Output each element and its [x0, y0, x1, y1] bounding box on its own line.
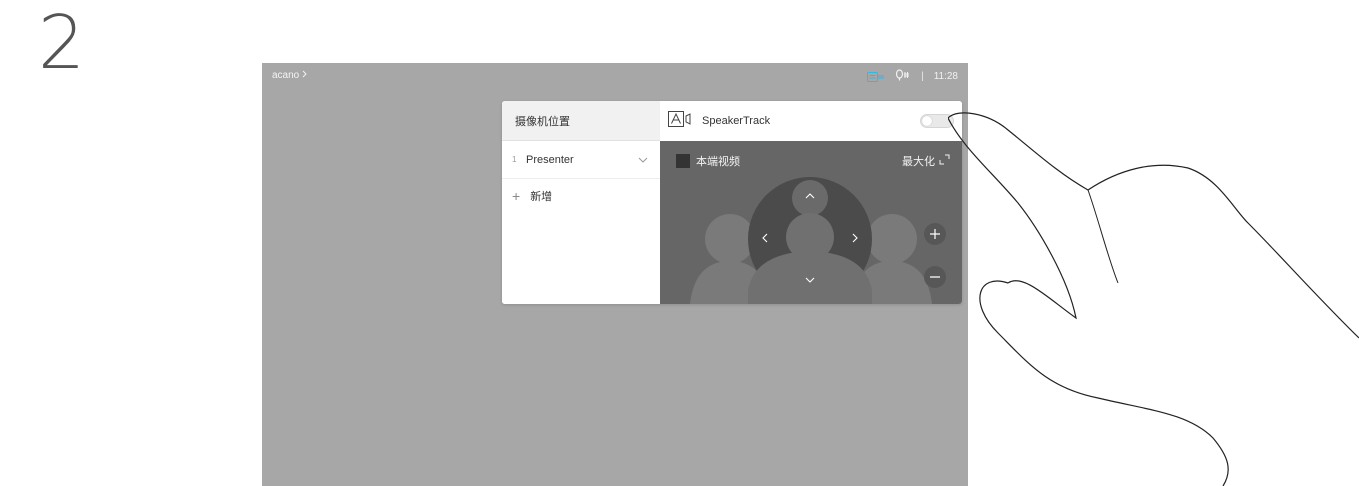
camera-presets-pane: 摄像机位置 1 Presenter + 新增: [502, 101, 660, 304]
speakertrack-icon: [668, 110, 692, 132]
toggle-knob: [922, 116, 932, 126]
pan-down-button[interactable]: [800, 270, 820, 290]
minus-icon: [930, 276, 940, 278]
camera-preview: 本端视频 最大化: [660, 141, 962, 304]
chevron-right-icon: [852, 233, 858, 243]
add-label: 新增: [530, 191, 553, 203]
self-view-label: 本端视频: [696, 156, 740, 168]
zoom-in-button[interactable]: [924, 223, 946, 245]
pointing-hand: [948, 112, 1359, 486]
preset-item[interactable]: 1 Presenter: [502, 141, 660, 179]
chevron-down-icon: [805, 277, 815, 283]
status-divider: |: [921, 71, 924, 82]
brand-label: acano: [272, 70, 300, 81]
camera-view-pane: SpeakerTrack 本端视频 最大化: [660, 101, 962, 304]
preset-name: Presenter: [526, 153, 574, 166]
zoom-out-button[interactable]: [924, 266, 946, 288]
add-preset-button[interactable]: + 新增: [502, 179, 660, 213]
speakertrack-row: SpeakerTrack: [660, 101, 962, 141]
pan-left-button[interactable]: [755, 228, 775, 248]
camera-position-header: 摄像机位置: [502, 101, 660, 141]
touch-screen: acano | 11:28 摄像机位置 1 Presenter + 新增 Spe…: [262, 63, 968, 486]
breadcrumb[interactable]: acano: [272, 70, 308, 81]
maximize-button[interactable]: 最大化: [902, 153, 950, 169]
chevron-down-icon[interactable]: [638, 154, 648, 166]
camera-control-panel: 摄像机位置 1 Presenter + 新增 SpeakerTrack 本端视频…: [502, 101, 962, 304]
top-bar: acano | 11:28: [262, 63, 968, 91]
chevron-left-icon: [762, 233, 768, 243]
clock: 11:28: [933, 71, 958, 82]
step-number: 2: [38, 0, 86, 86]
plus-icon: +: [512, 188, 521, 204]
microphone-icon[interactable]: [895, 69, 911, 84]
preset-index: 1: [512, 155, 517, 164]
chevron-right-icon: [302, 70, 308, 81]
chevron-up-icon: [805, 193, 815, 199]
self-view-indicator: [676, 154, 690, 168]
self-view-toggle[interactable]: 本端视频: [676, 153, 740, 169]
plus-icon: [930, 229, 940, 239]
speakertrack-label: SpeakerTrack: [702, 115, 771, 127]
pan-up-button[interactable]: [800, 186, 820, 206]
pan-right-button[interactable]: [845, 228, 865, 248]
maximize-label: 最大化: [902, 156, 935, 168]
camera-icon[interactable]: [867, 71, 885, 83]
